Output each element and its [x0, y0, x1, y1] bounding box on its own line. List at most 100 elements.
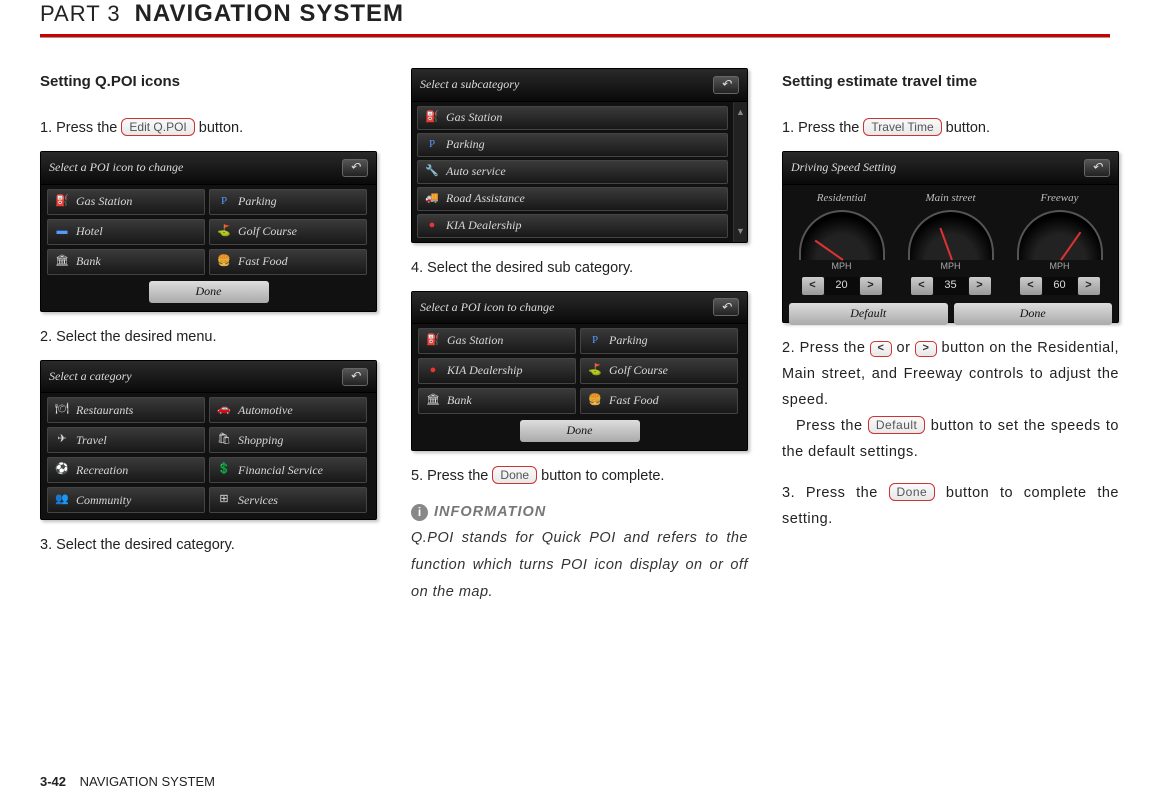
- cell-restaurants[interactable]: 🍽Restaurants: [47, 397, 205, 423]
- community-icon: 👥: [54, 493, 70, 507]
- ss-title: Driving Speed Setting: [791, 157, 896, 179]
- gas-icon: ⛽: [424, 111, 440, 125]
- col1-step3: 3. Select the desired category.: [40, 532, 377, 558]
- scrollbar[interactable]: ▲▼: [733, 102, 747, 242]
- stepper-residential: < 20 >: [802, 277, 882, 295]
- roadassist-icon: 🚚: [424, 192, 440, 206]
- column-1: Setting Q.POI icons 1. Press the Edit Q.…: [40, 68, 377, 606]
- back-icon[interactable]: ↶: [713, 298, 739, 316]
- footer-label: NAVIGATION SYSTEM: [80, 774, 215, 789]
- increase-button[interactable]: >: [860, 277, 882, 295]
- col2-step4: 4. Select the desired sub category.: [411, 255, 748, 281]
- gauge-residential: Residential MPH: [790, 189, 894, 275]
- increase-button[interactable]: >: [969, 277, 991, 295]
- ss-title: Select a POI icon to change: [49, 157, 183, 179]
- screenshot-driving-speed: Driving Speed Setting ↶ Residential MPH …: [782, 151, 1119, 323]
- col3-heading: Setting estimate travel time: [782, 68, 1119, 95]
- decrease-button[interactable]: <: [1020, 277, 1042, 295]
- edit-qpoi-button[interactable]: Edit Q.POI: [121, 118, 194, 136]
- cell-golf[interactable]: ⛳Golf Course: [580, 358, 738, 384]
- col1-step1: 1. Press the Edit Q.POI button.: [40, 115, 377, 141]
- kia-icon: ●: [425, 364, 441, 378]
- decrease-button[interactable]: <: [911, 277, 933, 295]
- row-auto-service[interactable]: 🔧Auto service: [417, 160, 728, 184]
- back-icon[interactable]: ↶: [1084, 159, 1110, 177]
- shopping-icon: 🛍: [216, 433, 232, 447]
- ss-title: Select a category: [49, 366, 132, 388]
- done-button-chip[interactable]: Done: [492, 466, 537, 484]
- row-parking[interactable]: PParking: [417, 133, 728, 157]
- fastfood-icon: 🍔: [216, 255, 232, 269]
- cell-automotive[interactable]: 🚗Automotive: [209, 397, 367, 423]
- left-arrow-button[interactable]: <: [870, 341, 892, 357]
- back-icon[interactable]: ↶: [713, 76, 739, 94]
- services-icon: ⊞: [216, 493, 232, 507]
- recreation-icon: ⚽: [54, 463, 70, 477]
- screenshot-select-category: Select a category ↶ 🍽Restaurants 🚗Automo…: [40, 360, 377, 521]
- column-2: Select a subcategory ↶ ⛽Gas Station PPar…: [411, 68, 748, 606]
- cell-shopping[interactable]: 🛍Shopping: [209, 427, 367, 453]
- page-header: PART 3 NAVIGATION SYSTEM: [0, 0, 1152, 28]
- screenshot-poi-icon-change: Select a POI icon to change ↶ ⛽Gas Stati…: [40, 151, 377, 312]
- col3-step3: 3. Press the Done button to complete the…: [782, 480, 1119, 532]
- cell-travel[interactable]: ✈Travel: [47, 427, 205, 453]
- cell-parking[interactable]: PParking: [209, 189, 367, 215]
- row-gas-station[interactable]: ⛽Gas Station: [417, 106, 728, 130]
- cell-kia-dealership[interactable]: ●KIA Dealership: [418, 358, 576, 384]
- part-label: PART 3: [40, 1, 121, 27]
- info-icon: i: [411, 504, 428, 521]
- cell-services[interactable]: ⊞Services: [209, 487, 367, 513]
- back-icon[interactable]: ↶: [342, 368, 368, 386]
- row-road-assistance[interactable]: 🚚Road Assistance: [417, 187, 728, 211]
- screenshot-poi-icon-change-2: Select a POI icon to change ↶ ⛽Gas Stati…: [411, 291, 748, 452]
- travel-time-button[interactable]: Travel Time: [863, 118, 941, 136]
- part-title: NAVIGATION SYSTEM: [135, 0, 404, 28]
- right-arrow-button[interactable]: >: [915, 341, 937, 357]
- parking-icon: P: [587, 334, 603, 348]
- default-button-chip[interactable]: Default: [868, 416, 926, 434]
- done-button[interactable]: Done: [520, 420, 640, 442]
- default-button[interactable]: Default: [789, 303, 948, 325]
- cell-fastfood[interactable]: 🍔Fast Food: [209, 249, 367, 275]
- screenshot-subcategory: Select a subcategory ↶ ⛽Gas Station PPar…: [411, 68, 748, 243]
- bank-icon: 🏛: [425, 394, 441, 408]
- bank-icon: 🏛: [54, 255, 70, 269]
- travel-icon: ✈: [54, 433, 70, 447]
- ss-title: Select a subcategory: [420, 74, 519, 96]
- cell-hotel[interactable]: ▬Hotel: [47, 219, 205, 245]
- cell-recreation[interactable]: ⚽Recreation: [47, 457, 205, 483]
- col1-heading: Setting Q.POI icons: [40, 68, 377, 95]
- cell-gas-station[interactable]: ⛽Gas Station: [47, 189, 205, 215]
- parking-icon: P: [216, 195, 232, 209]
- autoservice-icon: 🔧: [424, 165, 440, 179]
- increase-button[interactable]: >: [1078, 277, 1100, 295]
- information-heading: i INFORMATION: [411, 499, 748, 525]
- cell-community[interactable]: 👥Community: [47, 487, 205, 513]
- decrease-button[interactable]: <: [802, 277, 824, 295]
- col1-step2: 2. Select the desired menu.: [40, 324, 377, 350]
- gauge-mainstreet: Main street MPH: [899, 189, 1003, 275]
- cell-bank[interactable]: 🏛Bank: [47, 249, 205, 275]
- column-3: Setting estimate travel time 1. Press th…: [782, 68, 1119, 606]
- done-button-chip[interactable]: Done: [889, 483, 936, 501]
- stepper-freeway: < 60 >: [1020, 277, 1100, 295]
- row-kia-dealership[interactable]: ●KIA Dealership: [417, 214, 728, 238]
- columns: Setting Q.POI icons 1. Press the Edit Q.…: [0, 38, 1152, 606]
- cell-financial[interactable]: 💲Financial Service: [209, 457, 367, 483]
- cell-parking[interactable]: PParking: [580, 328, 738, 354]
- cell-bank[interactable]: 🏛Bank: [418, 388, 576, 414]
- golf-icon: ⛳: [216, 225, 232, 239]
- restaurant-icon: 🍽: [54, 403, 70, 417]
- done-button[interactable]: Done: [954, 303, 1113, 325]
- done-button[interactable]: Done: [149, 281, 269, 303]
- page-number: 3-42: [40, 774, 66, 789]
- speed-value: 20: [825, 277, 859, 295]
- cell-fastfood[interactable]: 🍔Fast Food: [580, 388, 738, 414]
- parking-icon: P: [424, 138, 440, 152]
- scroll-up-icon: ▲: [736, 104, 745, 120]
- cell-golf[interactable]: ⛳Golf Course: [209, 219, 367, 245]
- cell-gas-station[interactable]: ⛽Gas Station: [418, 328, 576, 354]
- back-icon[interactable]: ↶: [342, 159, 368, 177]
- gas-icon: ⛽: [425, 334, 441, 348]
- information-body: Q.POI stands for Quick POI and refers to…: [411, 525, 748, 605]
